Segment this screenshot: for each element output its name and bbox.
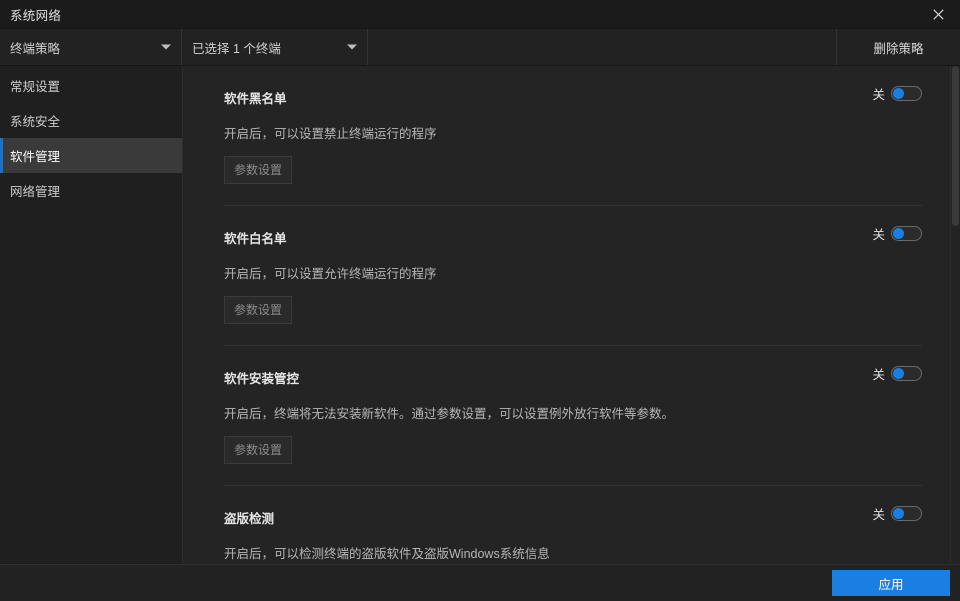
scrollbar-thumb[interactable] [952,66,959,226]
param-settings-button[interactable]: 参数设置 [224,156,293,184]
close-icon[interactable] [916,0,960,28]
toolbar: 终端策略 已选择 1 个终端 删除策略 [0,29,960,66]
sidebar-item-system-security[interactable]: 系统安全 [0,103,182,138]
title-bar: 系统网络 [0,0,960,29]
settings-list: 软件黑名单 开启后，可以设置禁止终端运行的程序 参数设置 关 软件白名单 开启后… [183,66,960,564]
section-toggle-group: 关 [872,84,922,103]
section-title: 软件安装管控 [224,372,300,386]
setting-section-install-control: 软件安装管控 开启后，终端将无法安装新软件。通过参数设置，可以设置例外放行软件等… [224,346,922,486]
section-description: 开启后，可以检测终端的盗版软件及盗版Windows系统信息 [224,547,550,561]
sidebar-item-software-management[interactable]: 软件管理 [0,138,182,173]
chevron-down-icon [161,44,171,50]
chevron-down-icon [347,44,357,50]
install-control-toggle[interactable] [891,366,922,381]
window-title: 系统网络 [10,8,62,23]
section-title: 软件白名单 [224,232,287,246]
toggle-state-label: 关 [872,228,885,242]
toggle-knob [893,368,904,379]
sidebar-item-general[interactable]: 常规设置 [0,68,182,103]
section-title: 盗版检测 [224,512,275,526]
sidebar-item-label: 常规设置 [10,80,61,94]
section-description: 开启后，可以设置禁止终端运行的程序 [224,127,437,141]
sidebar-item-network-management[interactable]: 网络管理 [0,173,182,208]
sidebar: 常规设置 系统安全 软件管理 网络管理 [0,66,183,564]
setting-section-software-blacklist: 软件黑名单 开启后，可以设置禁止终端运行的程序 参数设置 关 [224,66,922,206]
software-whitelist-toggle[interactable] [891,226,922,241]
software-blacklist-toggle[interactable] [891,86,922,101]
sidebar-item-label: 网络管理 [10,185,61,199]
settings-window: 系统网络 终端策略 已选择 1 个终端 删除策略 常规设置 系统安全 软件管理 … [0,0,960,601]
toggle-knob [893,88,904,99]
sidebar-item-label: 软件管理 [10,150,61,164]
content-panel: 软件黑名单 开启后，可以设置禁止终端运行的程序 参数设置 关 软件白名单 开启后… [183,66,960,564]
section-toggle-group: 关 [872,364,922,383]
setting-section-software-whitelist: 软件白名单 开启后，可以设置允许终端运行的程序 参数设置 关 [224,206,922,346]
policy-type-dropdown[interactable]: 终端策略 [0,29,182,65]
setting-section-piracy-detection: 盗版检测 开启后，可以检测终端的盗版软件及盗版Windows系统信息 参数设置 … [224,486,922,564]
apply-button[interactable]: 应用 [832,570,950,596]
section-description: 开启后，可以设置允许终端运行的程序 [224,267,437,281]
window-body: 常规设置 系统安全 软件管理 网络管理 软件黑名单 开启后，可以设置禁止终端运行… [0,66,960,564]
section-toggle-group: 关 [872,224,922,243]
piracy-detection-toggle[interactable] [891,506,922,521]
content-scrollbar[interactable] [950,66,960,564]
policy-type-dropdown-value: 终端策略 [10,41,61,56]
toggle-state-label: 关 [872,368,885,382]
section-title: 软件黑名单 [224,92,287,106]
section-toggle-group: 关 [872,504,922,523]
footer-bar: 应用 [0,564,960,601]
toggle-knob [893,508,904,519]
delete-policy-button[interactable]: 删除策略 [837,29,960,65]
toolbar-spacer [368,29,837,65]
toggle-state-label: 关 [872,508,885,522]
section-description: 开启后，终端将无法安装新软件。通过参数设置，可以设置例外放行软件等参数。 [224,407,675,421]
sidebar-item-label: 系统安全 [10,115,61,129]
toggle-state-label: 关 [872,88,885,102]
param-settings-button[interactable]: 参数设置 [224,436,293,464]
terminal-select-dropdown[interactable]: 已选择 1 个终端 [182,29,368,65]
terminal-select-dropdown-value: 已选择 1 个终端 [192,41,281,56]
toggle-knob [893,228,904,239]
param-settings-button[interactable]: 参数设置 [224,296,293,324]
